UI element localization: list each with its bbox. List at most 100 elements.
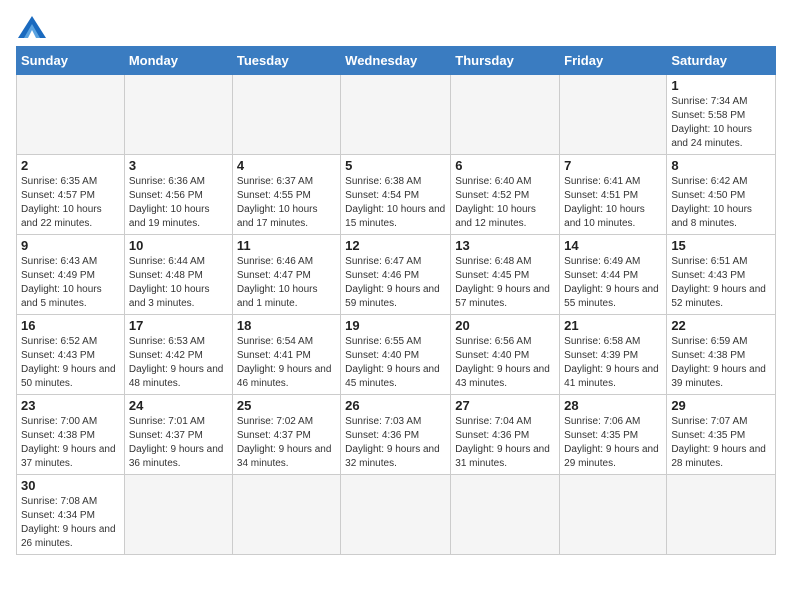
day-info: Sunrise: 6:41 AM Sunset: 4:51 PM Dayligh… [564,175,662,231]
day-number: 10 [129,238,228,253]
calendar-cell: 13 Sunrise: 6:48 AM Sunset: 4:45 PM Dayli… [451,235,560,315]
day-number: 1 [671,78,771,93]
calendar-cell [232,475,340,555]
day-number: 21 [564,318,662,333]
day-number: 9 [21,238,120,253]
day-info: Sunrise: 6:44 AM Sunset: 4:48 PM Dayligh… [129,255,228,311]
day-number: 25 [237,398,336,413]
day-number: 7 [564,158,662,173]
calendar-cell [451,475,560,555]
day-info: Sunrise: 6:58 AM Sunset: 4:39 PM Dayligh… [564,335,662,391]
calendar-header-saturday: Saturday [667,47,776,75]
calendar-cell: 12Sunrise: 6:47 AM Sunset: 4:46 PM Dayli… [341,235,451,315]
calendar-cell: 28 Sunrise: 7:06 AM Sunset: 4:35 PM Dayli… [560,395,667,475]
day-info: Sunrise: 7:03 AM Sunset: 4:36 PM Dayligh… [345,415,446,471]
day-info: Sunrise: 6:54 AM Sunset: 4:41 PM Dayligh… [237,335,336,391]
day-number: 19 [345,318,446,333]
calendar-cell [124,475,232,555]
calendar-cell: 7 Sunrise: 6:41 AM Sunset: 4:51 PM Daylig… [560,155,667,235]
page-header [16,16,776,38]
calendar-header-friday: Friday [560,47,667,75]
calendar-cell: 5 Sunrise: 6:38 AM Sunset: 4:54 PM Daylig… [341,155,451,235]
day-number: 23 [21,398,120,413]
calendar-header-thursday: Thursday [451,47,560,75]
calendar-cell: 2Sunrise: 6:35 AM Sunset: 4:57 PM Daylig… [17,155,125,235]
calendar-cell: 1 Sunrise: 7:34 AM Sunset: 5:58 PM Daylig… [667,75,776,155]
calendar-week-row: 9 Sunrise: 6:43 AM Sunset: 4:49 PM Daylig… [17,235,776,315]
calendar-cell [560,75,667,155]
day-number: 27 [455,398,555,413]
day-info: Sunrise: 6:55 AM Sunset: 4:40 PM Dayligh… [345,335,446,391]
logo-icon [18,16,46,38]
calendar-header-tuesday: Tuesday [232,47,340,75]
calendar-week-row: 16Sunrise: 6:52 AM Sunset: 4:43 PM Dayli… [17,315,776,395]
day-info: Sunrise: 6:46 AM Sunset: 4:47 PM Dayligh… [237,255,336,311]
calendar-cell: 15Sunrise: 6:51 AM Sunset: 4:43 PM Dayli… [667,235,776,315]
day-info: Sunrise: 6:38 AM Sunset: 4:54 PM Dayligh… [345,175,446,231]
calendar-cell: 3Sunrise: 6:36 AM Sunset: 4:56 PM Daylig… [124,155,232,235]
day-number: 22 [671,318,771,333]
day-info: Sunrise: 6:52 AM Sunset: 4:43 PM Dayligh… [21,335,120,391]
calendar-cell: 22 Sunrise: 6:59 AM Sunset: 4:38 PM Dayli… [667,315,776,395]
calendar-cell [560,475,667,555]
day-info: Sunrise: 6:42 AM Sunset: 4:50 PM Dayligh… [671,175,771,231]
day-info: Sunrise: 6:36 AM Sunset: 4:56 PM Dayligh… [129,175,228,231]
calendar-cell [667,475,776,555]
day-info: Sunrise: 7:04 AM Sunset: 4:36 PM Dayligh… [455,415,555,471]
calendar-table: SundayMondayTuesdayWednesdayThursdayFrid… [16,46,776,555]
day-info: Sunrise: 6:51 AM Sunset: 4:43 PM Dayligh… [671,255,771,311]
day-number: 26 [345,398,446,413]
day-info: Sunrise: 6:47 AM Sunset: 4:46 PM Dayligh… [345,255,446,311]
day-info: Sunrise: 7:07 AM Sunset: 4:35 PM Dayligh… [671,415,771,471]
day-number: 5 [345,158,446,173]
day-info: Sunrise: 6:48 AM Sunset: 4:45 PM Dayligh… [455,255,555,311]
day-info: Sunrise: 6:35 AM Sunset: 4:57 PM Dayligh… [21,175,120,231]
day-number: 30 [21,478,120,493]
day-number: 28 [564,398,662,413]
day-number: 24 [129,398,228,413]
day-number: 20 [455,318,555,333]
day-number: 6 [455,158,555,173]
calendar-cell: 25 Sunrise: 7:02 AM Sunset: 4:37 PM Dayli… [232,395,340,475]
calendar-cell: 20Sunrise: 6:56 AM Sunset: 4:40 PM Dayli… [451,315,560,395]
calendar-cell: 29 Sunrise: 7:07 AM Sunset: 4:35 PM Dayli… [667,395,776,475]
day-info: Sunrise: 7:08 AM Sunset: 4:34 PM Dayligh… [21,495,120,551]
calendar-cell: 21 Sunrise: 6:58 AM Sunset: 4:39 PM Dayli… [560,315,667,395]
calendar-cell: 24 Sunrise: 7:01 AM Sunset: 4:37 PM Dayli… [124,395,232,475]
calendar-cell: 4Sunrise: 6:37 AM Sunset: 4:55 PM Daylig… [232,155,340,235]
day-info: Sunrise: 7:02 AM Sunset: 4:37 PM Dayligh… [237,415,336,471]
calendar-week-row: 1 Sunrise: 7:34 AM Sunset: 5:58 PM Daylig… [17,75,776,155]
day-info: Sunrise: 7:06 AM Sunset: 4:35 PM Dayligh… [564,415,662,471]
day-number: 8 [671,158,771,173]
calendar-header-wednesday: Wednesday [341,47,451,75]
day-number: 11 [237,238,336,253]
calendar-cell: 18Sunrise: 6:54 AM Sunset: 4:41 PM Dayli… [232,315,340,395]
day-number: 29 [671,398,771,413]
calendar-week-row: 2Sunrise: 6:35 AM Sunset: 4:57 PM Daylig… [17,155,776,235]
calendar-cell: 19 Sunrise: 6:55 AM Sunset: 4:40 PM Dayli… [341,315,451,395]
calendar-cell: 11 Sunrise: 6:46 AM Sunset: 4:47 PM Dayli… [232,235,340,315]
day-info: Sunrise: 6:49 AM Sunset: 4:44 PM Dayligh… [564,255,662,311]
day-info: Sunrise: 7:01 AM Sunset: 4:37 PM Dayligh… [129,415,228,471]
calendar-header-monday: Monday [124,47,232,75]
day-number: 4 [237,158,336,173]
calendar-cell: 23Sunrise: 7:00 AM Sunset: 4:38 PM Dayli… [17,395,125,475]
day-info: Sunrise: 6:40 AM Sunset: 4:52 PM Dayligh… [455,175,555,231]
calendar-week-row: 30 Sunrise: 7:08 AM Sunset: 4:34 PM Dayli… [17,475,776,555]
calendar-cell: 30 Sunrise: 7:08 AM Sunset: 4:34 PM Dayli… [17,475,125,555]
calendar-cell: 10 Sunrise: 6:44 AM Sunset: 4:48 PM Dayli… [124,235,232,315]
calendar-cell: 6 Sunrise: 6:40 AM Sunset: 4:52 PM Daylig… [451,155,560,235]
calendar-cell: 9 Sunrise: 6:43 AM Sunset: 4:49 PM Daylig… [17,235,125,315]
day-number: 13 [455,238,555,253]
calendar-cell: 8 Sunrise: 6:42 AM Sunset: 4:50 PM Daylig… [667,155,776,235]
calendar-header-row: SundayMondayTuesdayWednesdayThursdayFrid… [17,47,776,75]
day-info: Sunrise: 6:59 AM Sunset: 4:38 PM Dayligh… [671,335,771,391]
calendar-cell: 27 Sunrise: 7:04 AM Sunset: 4:36 PM Dayli… [451,395,560,475]
day-info: Sunrise: 7:34 AM Sunset: 5:58 PM Dayligh… [671,95,771,151]
calendar-cell [124,75,232,155]
calendar-cell [451,75,560,155]
day-info: Sunrise: 6:53 AM Sunset: 4:42 PM Dayligh… [129,335,228,391]
calendar-cell [341,475,451,555]
day-info: Sunrise: 6:43 AM Sunset: 4:49 PM Dayligh… [21,255,120,311]
day-number: 17 [129,318,228,333]
